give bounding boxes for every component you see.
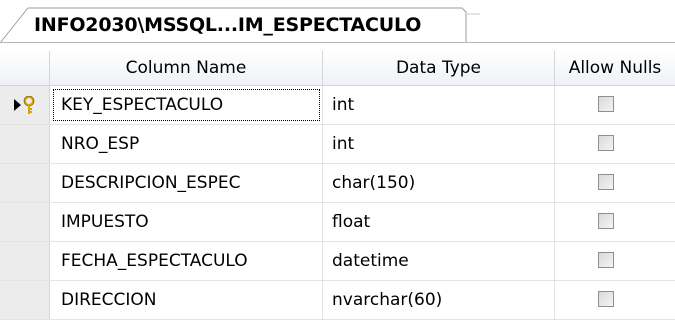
table-row[interactable]: DIRECCION nvarchar(60) (0, 281, 675, 320)
allow-nulls-checkbox[interactable] (598, 96, 614, 112)
table-row[interactable]: FECHA_ESPECTACULO datetime (0, 242, 675, 281)
tab-title-label: INFO2030\MSSQL...IM_ESPECTACULO (34, 14, 422, 36)
grid-body: KEY_ESPECTACULO int NRO_ESP int DESCRIPCION_… (0, 86, 675, 320)
row-selector[interactable] (0, 203, 50, 241)
allow-nulls-cell (555, 86, 675, 124)
allow-nulls-checkbox[interactable] (598, 252, 614, 268)
header-allow-nulls[interactable]: Allow Nulls (555, 51, 675, 85)
allow-nulls-cell (555, 125, 675, 163)
row-selector[interactable] (0, 86, 50, 124)
column-name-text: DIRECCION (61, 290, 157, 310)
header-data-type[interactable]: Data Type (323, 51, 555, 85)
allow-nulls-cell (555, 281, 675, 319)
header-column-name[interactable]: Column Name (50, 51, 323, 85)
row-selector[interactable] (0, 281, 50, 319)
column-name-cell[interactable]: IMPUESTO (50, 203, 323, 241)
focus-rectangle (53, 89, 320, 121)
allow-nulls-cell (555, 164, 675, 202)
column-name-cell[interactable]: NRO_ESP (50, 125, 323, 163)
table-designer: INFO2030\MSSQL...IM_ESPECTACULO Column N… (0, 0, 675, 324)
column-name-text: FECHA_ESPECTACULO (61, 251, 248, 271)
table-row[interactable]: KEY_ESPECTACULO int (0, 86, 675, 125)
document-tab-strip: INFO2030\MSSQL...IM_ESPECTACULO (0, 0, 675, 44)
data-type-cell[interactable]: int (323, 86, 555, 124)
column-name-text: DESCRIPCION_ESPEC (61, 173, 241, 193)
allow-nulls-checkbox[interactable] (598, 291, 614, 307)
allow-nulls-checkbox[interactable] (598, 174, 614, 190)
column-name-cell[interactable]: DIRECCION (50, 281, 323, 319)
tab-active[interactable]: INFO2030\MSSQL...IM_ESPECTACULO (34, 10, 421, 40)
grid-header: Column Name Data Type Allow Nulls (0, 51, 675, 86)
allow-nulls-checkbox[interactable] (598, 135, 614, 151)
table-row[interactable]: NRO_ESP int (0, 125, 675, 164)
table-row[interactable]: IMPUESTO float (0, 203, 675, 242)
row-selector[interactable] (0, 242, 50, 280)
row-selector[interactable] (0, 125, 50, 163)
header-row-selector (0, 51, 50, 85)
data-type-cell[interactable]: int (323, 125, 555, 163)
column-name-cell[interactable]: DESCRIPCION_ESPEC (50, 164, 323, 202)
row-selector[interactable] (0, 164, 50, 202)
column-name-text: NRO_ESP (61, 134, 140, 154)
column-name-cell[interactable]: KEY_ESPECTACULO (50, 86, 323, 124)
column-name-text: IMPUESTO (61, 212, 149, 232)
data-type-cell[interactable]: float (323, 203, 555, 241)
column-name-cell[interactable]: FECHA_ESPECTACULO (50, 242, 323, 280)
row-pointer-icon (14, 99, 21, 111)
key-icon (23, 96, 35, 114)
data-type-cell[interactable]: char(150) (323, 164, 555, 202)
allow-nulls-checkbox[interactable] (598, 213, 614, 229)
row-indicator (14, 96, 35, 114)
data-type-cell[interactable]: nvarchar(60) (323, 281, 555, 319)
allow-nulls-cell (555, 242, 675, 280)
allow-nulls-cell (555, 203, 675, 241)
data-type-cell[interactable]: datetime (323, 242, 555, 280)
table-row[interactable]: DESCRIPCION_ESPEC char(150) (0, 164, 675, 203)
columns-grid: Column Name Data Type Allow Nulls KEY_ES… (0, 51, 675, 320)
tab-strip-border (0, 42, 675, 43)
